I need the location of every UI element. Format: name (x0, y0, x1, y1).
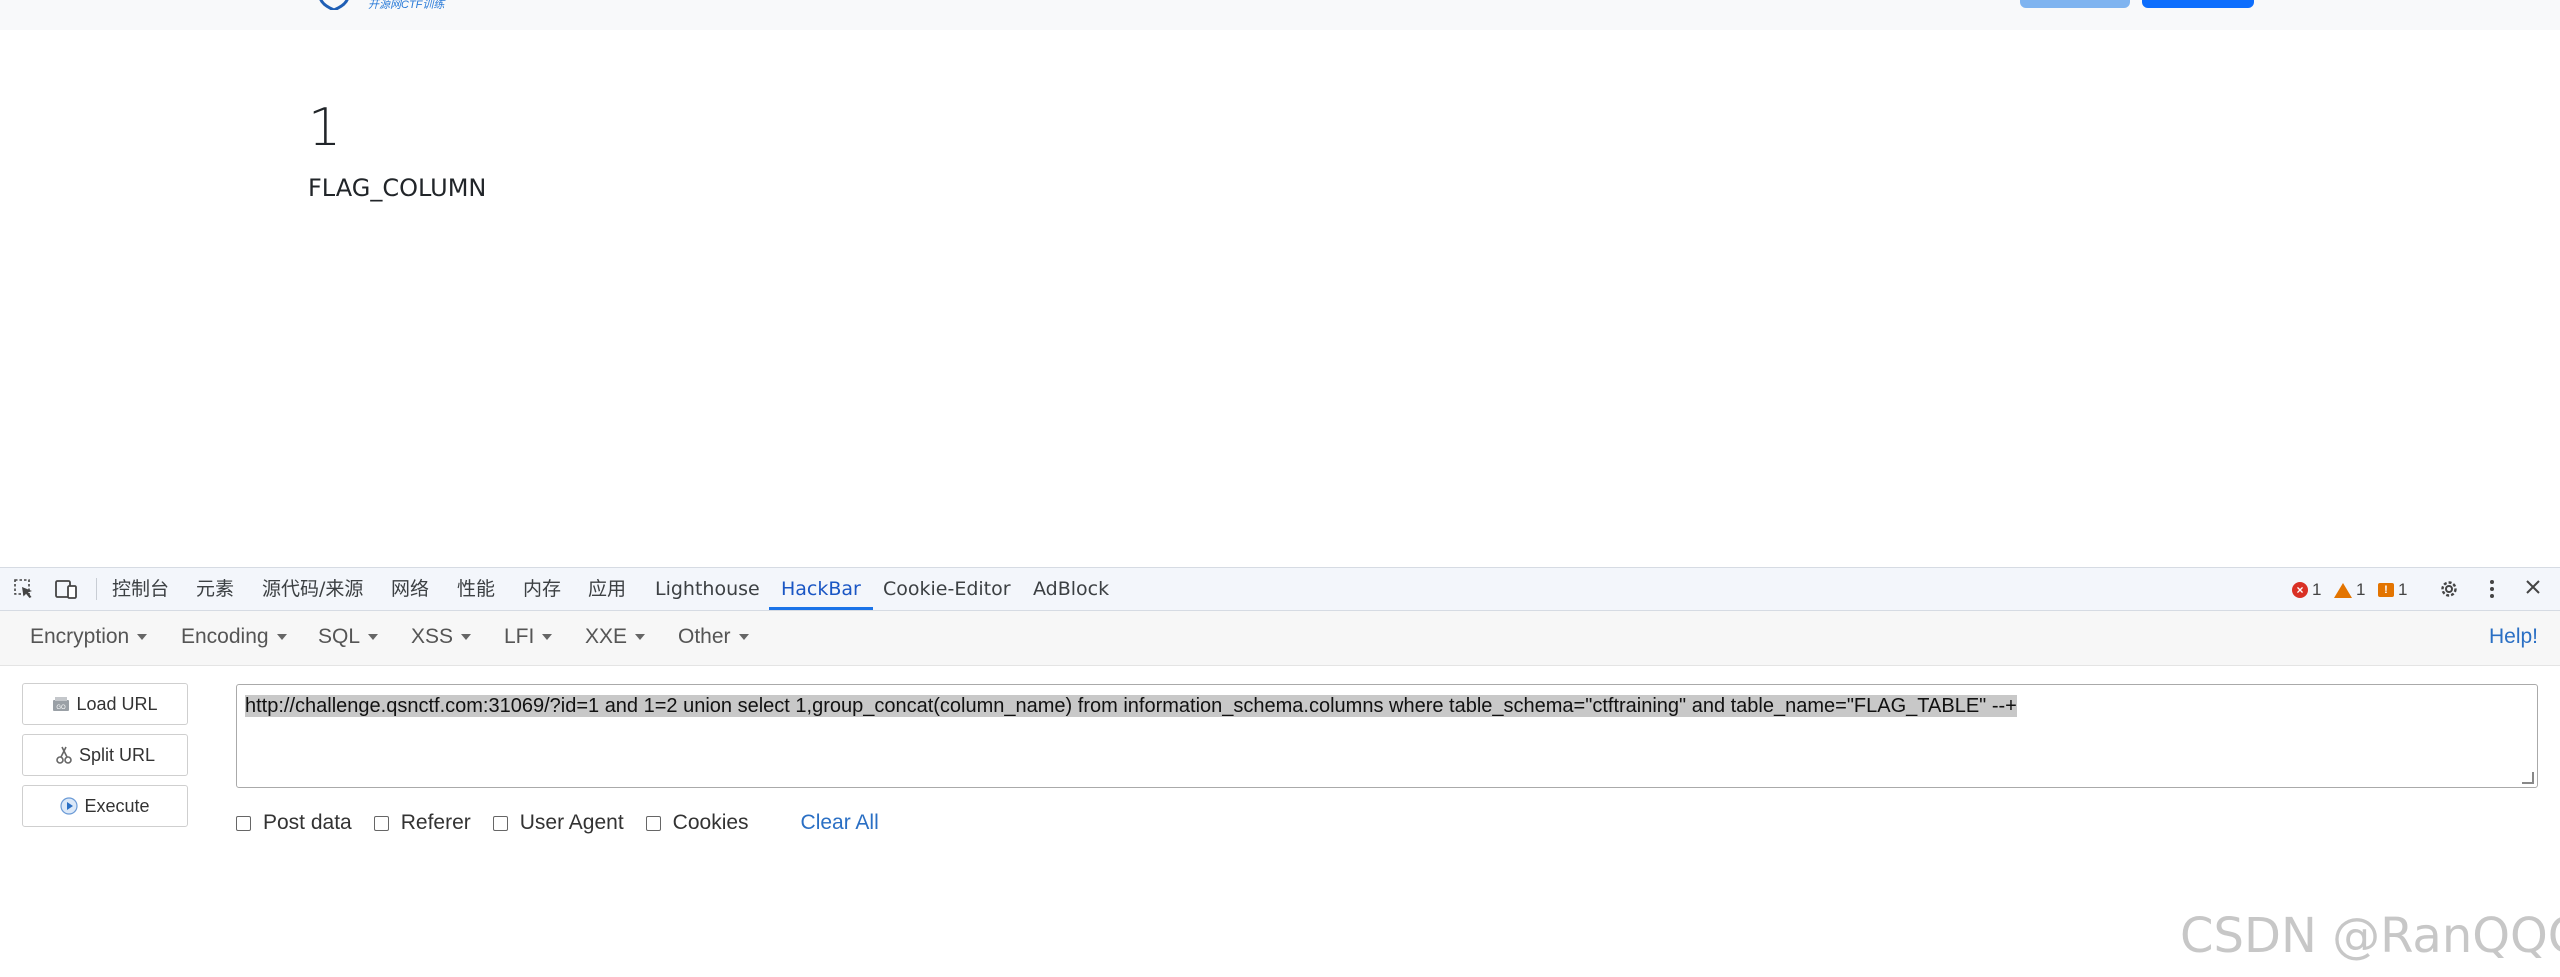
tab-hackbar[interactable]: HackBar (769, 568, 873, 610)
issue-count[interactable]: ! 1 (2378, 580, 2407, 600)
issue-count-value: 1 (2398, 580, 2408, 599)
more-options-icon[interactable] (2480, 578, 2504, 600)
cookies-option[interactable]: Cookies (645, 811, 749, 835)
clear-all-link[interactable]: Clear All (801, 811, 879, 835)
tab-adblock[interactable]: AdBlock (1033, 568, 1109, 610)
chevron-down-icon (276, 634, 287, 641)
result-number: 1 (308, 98, 342, 158)
menu-xss[interactable]: XSS (411, 625, 472, 649)
execute-button[interactable]: Execute (22, 785, 188, 827)
svg-text:GO: GO (57, 705, 67, 711)
tab-console[interactable]: 控制台 (112, 568, 169, 610)
chevron-down-icon (368, 634, 379, 641)
result-text: FLAG_COLUMN (308, 174, 487, 202)
chevron-down-icon (542, 634, 553, 641)
tab-application[interactable]: 应用 (588, 568, 626, 610)
issue-icon: ! (2378, 583, 2394, 597)
shield-logo-icon (319, 0, 349, 10)
toolbar-divider (96, 578, 97, 600)
user-agent-checkbox[interactable] (492, 815, 508, 831)
settings-gear-icon[interactable] (2437, 578, 2461, 600)
chevron-down-icon (738, 634, 749, 641)
header-register-button[interactable] (2142, 0, 2254, 8)
scissors-icon (56, 746, 72, 764)
menu-xxe[interactable]: XXE (585, 625, 646, 649)
url-textarea[interactable]: http://challenge.qsnctf.com:31069/?id=1 … (236, 684, 2538, 788)
load-url-icon: GO (53, 697, 70, 711)
inspect-element-icon[interactable] (12, 578, 36, 600)
referer-option[interactable]: Referer (373, 811, 471, 835)
chevron-down-icon (137, 634, 148, 641)
chevron-down-icon (635, 634, 646, 641)
menu-encoding[interactable]: Encoding (181, 625, 287, 649)
watermark: CSDN @RanQQQ (2180, 908, 2560, 964)
menu-lfi[interactable]: LFI (504, 625, 553, 649)
tab-cookie-editor[interactable]: Cookie-Editor (883, 568, 1011, 610)
logo-text: 开源网CTF训练 (368, 0, 445, 11)
load-url-label: Load URL (76, 693, 158, 714)
tab-sources[interactable]: 源代码/来源 (262, 568, 363, 610)
devtools-panel: 控制台 元素 源代码/来源 网络 性能 内存 应用 Lighthouse Hac… (0, 567, 2560, 977)
post-data-option[interactable]: Post data (236, 811, 352, 835)
chevron-down-icon (461, 634, 472, 641)
cookies-checkbox[interactable] (645, 815, 661, 831)
split-url-label: Split URL (78, 744, 156, 765)
menu-other[interactable]: Other (678, 625, 749, 649)
execute-label: Execute (84, 795, 150, 816)
site-header: 开源网CTF训练 (0, 0, 2560, 30)
play-icon (60, 797, 79, 815)
resize-handle[interactable] (2522, 772, 2534, 784)
tab-memory[interactable]: 内存 (523, 568, 561, 610)
warning-icon (2334, 582, 2352, 598)
menu-encryption[interactable]: Encryption (30, 625, 148, 649)
user-agent-option[interactable]: User Agent (492, 811, 624, 835)
error-icon: × (2292, 582, 2308, 598)
load-url-button[interactable]: GO Load URL (22, 683, 188, 725)
help-link[interactable]: Help! (2489, 625, 2538, 649)
header-login-button[interactable] (2020, 0, 2130, 8)
devtools-tabbar: 控制台 元素 源代码/来源 网络 性能 内存 应用 Lighthouse Hac… (0, 568, 2560, 611)
close-icon[interactable] (2521, 578, 2545, 600)
menu-sql[interactable]: SQL (318, 625, 379, 649)
split-url-button[interactable]: Split URL (22, 734, 188, 776)
referer-checkbox[interactable] (373, 815, 389, 831)
hackbar-options: Post data Referer User Agent Cookies Cle… (236, 810, 879, 836)
tab-lighthouse[interactable]: Lighthouse (655, 568, 760, 610)
error-count[interactable]: × 1 (2292, 580, 2321, 600)
hackbar-menubar: Encryption Encoding SQL XSS LFI XXE Othe… (0, 611, 2560, 666)
tab-network[interactable]: 网络 (391, 568, 429, 610)
tab-elements[interactable]: 元素 (196, 568, 234, 610)
warning-count-value: 1 (2356, 580, 2366, 599)
error-count-value: 1 (2312, 580, 2322, 599)
device-toolbar-icon[interactable] (54, 578, 78, 600)
tab-performance[interactable]: 性能 (457, 568, 495, 610)
warning-count[interactable]: 1 (2334, 580, 2365, 600)
url-text: http://challenge.qsnctf.com:31069/?id=1 … (245, 695, 2017, 717)
post-data-checkbox[interactable] (236, 815, 251, 831)
